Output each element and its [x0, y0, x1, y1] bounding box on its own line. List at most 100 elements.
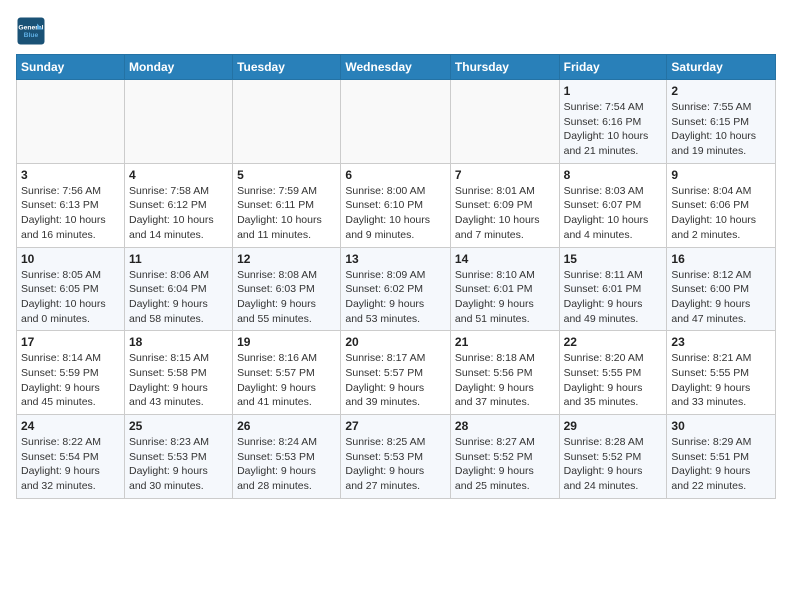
column-header-saturday: Saturday	[667, 55, 776, 80]
calendar-cell: 30 Sunrise: 8:29 AM Sunset: 5:51 PM Dayli…	[667, 415, 776, 499]
column-header-monday: Monday	[124, 55, 232, 80]
day-number: 15	[564, 252, 663, 266]
logo: General Blue	[16, 16, 50, 46]
calendar-cell: 18 Sunrise: 8:15 AM Sunset: 5:58 PM Dayli…	[124, 331, 232, 415]
calendar-cell	[124, 80, 232, 164]
calendar-cell: 14 Sunrise: 8:10 AM Sunset: 6:01 PM Dayli…	[450, 247, 559, 331]
day-number: 16	[671, 252, 771, 266]
day-number: 8	[564, 168, 663, 182]
calendar-cell: 3 Sunrise: 7:56 AM Sunset: 6:13 PM Daylig…	[17, 163, 125, 247]
calendar-cell: 12 Sunrise: 8:08 AM Sunset: 6:03 PM Dayli…	[233, 247, 341, 331]
day-info: Sunrise: 8:09 AM Sunset: 6:02 PM Dayligh…	[345, 268, 446, 327]
column-header-thursday: Thursday	[450, 55, 559, 80]
day-info: Sunrise: 8:04 AM Sunset: 6:06 PM Dayligh…	[671, 184, 771, 243]
day-number: 30	[671, 419, 771, 433]
day-info: Sunrise: 8:08 AM Sunset: 6:03 PM Dayligh…	[237, 268, 336, 327]
day-info: Sunrise: 8:28 AM Sunset: 5:52 PM Dayligh…	[564, 435, 663, 494]
calendar-cell: 10 Sunrise: 8:05 AM Sunset: 6:05 PM Dayli…	[17, 247, 125, 331]
calendar-cell: 2Sunrise: 7:55 AM Sunset: 6:15 PM Daylig…	[667, 80, 776, 164]
calendar-cell: 9 Sunrise: 8:04 AM Sunset: 6:06 PM Daylig…	[667, 163, 776, 247]
calendar-cell: 27Sunrise: 8:25 AM Sunset: 5:53 PM Dayli…	[341, 415, 451, 499]
day-info: Sunrise: 8:15 AM Sunset: 5:58 PM Dayligh…	[129, 351, 228, 410]
day-number: 2	[671, 84, 771, 98]
column-header-wednesday: Wednesday	[341, 55, 451, 80]
day-info: Sunrise: 7:54 AM Sunset: 6:16 PM Dayligh…	[564, 100, 663, 159]
day-number: 9	[671, 168, 771, 182]
day-number: 26	[237, 419, 336, 433]
calendar-cell: 28Sunrise: 8:27 AM Sunset: 5:52 PM Dayli…	[450, 415, 559, 499]
calendar: SundayMondayTuesdayWednesdayThursdayFrid…	[16, 54, 776, 499]
calendar-cell: 25 Sunrise: 8:23 AM Sunset: 5:53 PM Dayli…	[124, 415, 232, 499]
day-info: Sunrise: 8:12 AM Sunset: 6:00 PM Dayligh…	[671, 268, 771, 327]
day-number: 20	[345, 335, 446, 349]
day-number: 25	[129, 419, 228, 433]
day-number: 17	[21, 335, 120, 349]
calendar-cell: 19 Sunrise: 8:16 AM Sunset: 5:57 PM Dayli…	[233, 331, 341, 415]
day-number: 28	[455, 419, 555, 433]
day-number: 7	[455, 168, 555, 182]
svg-text:Blue: Blue	[24, 32, 39, 39]
calendar-cell: 7 Sunrise: 8:01 AM Sunset: 6:09 PM Daylig…	[450, 163, 559, 247]
day-info: Sunrise: 8:24 AM Sunset: 5:53 PM Dayligh…	[237, 435, 336, 494]
day-number: 12	[237, 252, 336, 266]
calendar-cell: 5 Sunrise: 7:59 AM Sunset: 6:11 PM Daylig…	[233, 163, 341, 247]
calendar-cell: 15 Sunrise: 8:11 AM Sunset: 6:01 PM Dayli…	[559, 247, 667, 331]
day-info: Sunrise: 8:25 AM Sunset: 5:53 PM Dayligh…	[345, 435, 446, 494]
day-info: Sunrise: 8:05 AM Sunset: 6:05 PM Dayligh…	[21, 268, 120, 327]
calendar-cell	[450, 80, 559, 164]
calendar-cell: 17 Sunrise: 8:14 AM Sunset: 5:59 PM Dayli…	[17, 331, 125, 415]
day-number: 23	[671, 335, 771, 349]
day-info: Sunrise: 8:03 AM Sunset: 6:07 PM Dayligh…	[564, 184, 663, 243]
day-number: 29	[564, 419, 663, 433]
calendar-cell: 13 Sunrise: 8:09 AM Sunset: 6:02 PM Dayli…	[341, 247, 451, 331]
day-info: Sunrise: 8:01 AM Sunset: 6:09 PM Dayligh…	[455, 184, 555, 243]
day-info: Sunrise: 8:11 AM Sunset: 6:01 PM Dayligh…	[564, 268, 663, 327]
day-number: 21	[455, 335, 555, 349]
calendar-cell: 24 Sunrise: 8:22 AM Sunset: 5:54 PM Dayli…	[17, 415, 125, 499]
day-info: Sunrise: 8:23 AM Sunset: 5:53 PM Dayligh…	[129, 435, 228, 494]
day-info: Sunrise: 8:14 AM Sunset: 5:59 PM Dayligh…	[21, 351, 120, 410]
day-number: 6	[345, 168, 446, 182]
day-number: 19	[237, 335, 336, 349]
calendar-cell: 21 Sunrise: 8:18 AM Sunset: 5:56 PM Dayli…	[450, 331, 559, 415]
day-info: Sunrise: 8:06 AM Sunset: 6:04 PM Dayligh…	[129, 268, 228, 327]
calendar-cell: 8 Sunrise: 8:03 AM Sunset: 6:07 PM Daylig…	[559, 163, 667, 247]
calendar-cell: 11 Sunrise: 8:06 AM Sunset: 6:04 PM Dayli…	[124, 247, 232, 331]
calendar-cell: 6 Sunrise: 8:00 AM Sunset: 6:10 PM Daylig…	[341, 163, 451, 247]
day-number: 24	[21, 419, 120, 433]
day-info: Sunrise: 7:58 AM Sunset: 6:12 PM Dayligh…	[129, 184, 228, 243]
calendar-cell	[17, 80, 125, 164]
calendar-cell: 22 Sunrise: 8:20 AM Sunset: 5:55 PM Dayli…	[559, 331, 667, 415]
day-info: Sunrise: 8:21 AM Sunset: 5:55 PM Dayligh…	[671, 351, 771, 410]
day-number: 22	[564, 335, 663, 349]
column-header-tuesday: Tuesday	[233, 55, 341, 80]
calendar-cell: 1 Sunrise: 7:54 AM Sunset: 6:16 PM Daylig…	[559, 80, 667, 164]
day-info: Sunrise: 8:00 AM Sunset: 6:10 PM Dayligh…	[345, 184, 446, 243]
day-number: 18	[129, 335, 228, 349]
day-number: 1	[564, 84, 663, 98]
column-header-friday: Friday	[559, 55, 667, 80]
day-number: 3	[21, 168, 120, 182]
day-info: Sunrise: 8:16 AM Sunset: 5:57 PM Dayligh…	[237, 351, 336, 410]
calendar-cell: 4 Sunrise: 7:58 AM Sunset: 6:12 PM Daylig…	[124, 163, 232, 247]
logo-icon: General Blue	[16, 16, 46, 46]
day-number: 5	[237, 168, 336, 182]
day-info: Sunrise: 7:56 AM Sunset: 6:13 PM Dayligh…	[21, 184, 120, 243]
day-number: 4	[129, 168, 228, 182]
day-number: 14	[455, 252, 555, 266]
day-number: 11	[129, 252, 228, 266]
day-info: Sunrise: 8:29 AM Sunset: 5:51 PM Dayligh…	[671, 435, 771, 494]
day-info: Sunrise: 8:17 AM Sunset: 5:57 PM Dayligh…	[345, 351, 446, 410]
day-info: Sunrise: 8:20 AM Sunset: 5:55 PM Dayligh…	[564, 351, 663, 410]
calendar-cell	[233, 80, 341, 164]
calendar-cell: 23 Sunrise: 8:21 AM Sunset: 5:55 PM Dayli…	[667, 331, 776, 415]
day-info: Sunrise: 8:10 AM Sunset: 6:01 PM Dayligh…	[455, 268, 555, 327]
day-number: 10	[21, 252, 120, 266]
calendar-cell: 29 Sunrise: 8:28 AM Sunset: 5:52 PM Dayli…	[559, 415, 667, 499]
calendar-cell: 26 Sunrise: 8:24 AM Sunset: 5:53 PM Dayli…	[233, 415, 341, 499]
calendar-cell: 20 Sunrise: 8:17 AM Sunset: 5:57 PM Dayli…	[341, 331, 451, 415]
day-info: Sunrise: 8:22 AM Sunset: 5:54 PM Dayligh…	[21, 435, 120, 494]
day-number: 13	[345, 252, 446, 266]
day-info: Sunrise: 7:59 AM Sunset: 6:11 PM Dayligh…	[237, 184, 336, 243]
day-info: Sunrise: 8:18 AM Sunset: 5:56 PM Dayligh…	[455, 351, 555, 410]
